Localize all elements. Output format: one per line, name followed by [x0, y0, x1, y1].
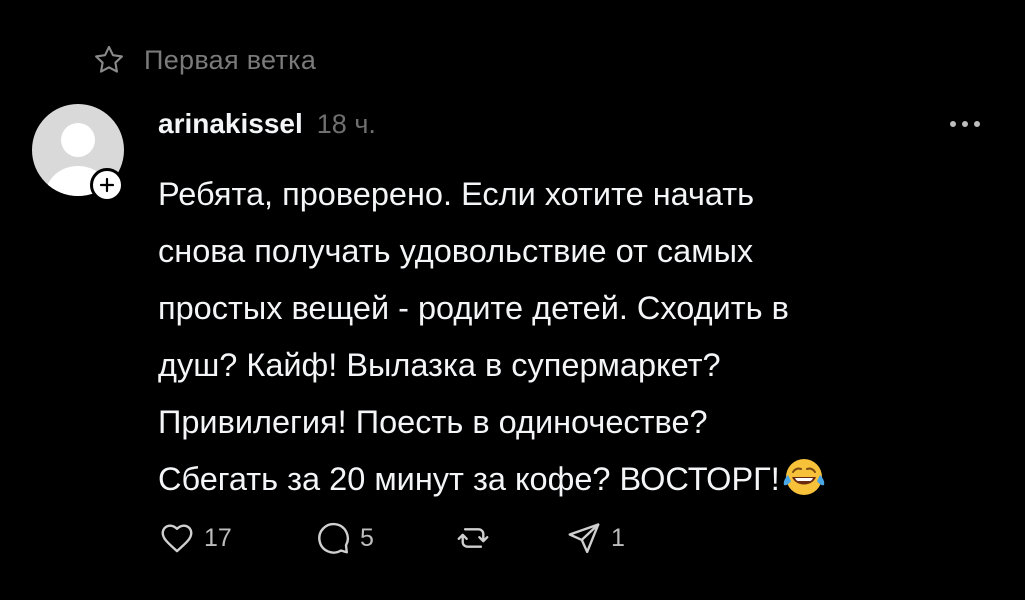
- post-meta: arinakissel 18 ч.: [158, 108, 376, 140]
- send-icon: [568, 523, 600, 554]
- face-with-tears-of-joy-icon: [783, 459, 825, 495]
- repost-button[interactable]: [454, 519, 565, 557]
- username-link[interactable]: arinakissel: [158, 108, 303, 140]
- post-line: Ребята, проверено. Если хотите начать: [158, 176, 755, 212]
- post-line: Сбегать за 20 минут за кофе? ВОСТОРГ!: [158, 461, 780, 497]
- post-line: простых вещей - родите детей. Сходить в: [158, 290, 789, 326]
- avatar-container[interactable]: [32, 104, 124, 202]
- heart-icon: [161, 524, 193, 553]
- like-button[interactable]: 17: [158, 519, 314, 557]
- like-count: 17: [204, 523, 232, 552]
- thread-header[interactable]: Первая ветка: [92, 40, 316, 80]
- reply-count: 5: [360, 523, 374, 552]
- thread-title: Первая ветка: [144, 44, 317, 75]
- share-count: 1: [611, 523, 625, 552]
- post-line: Привилегия! Поесть в одиночестве?: [158, 404, 708, 440]
- action-bar: 17 5 1: [158, 516, 625, 560]
- follow-button[interactable]: [90, 168, 124, 202]
- star-icon: [95, 45, 123, 73]
- plus-icon: [99, 177, 115, 193]
- post-line: душ? Кайф! Вылазка в супермаркет?: [158, 347, 721, 383]
- repost-icon: [457, 528, 489, 548]
- comment-icon: [318, 522, 349, 554]
- share-button[interactable]: 1: [565, 519, 625, 557]
- more-options-icon[interactable]: [944, 112, 986, 136]
- reply-button[interactable]: 5: [314, 519, 454, 557]
- post-text: Ребята, проверено. Если хотите начать сн…: [158, 166, 988, 508]
- post-time: 18 ч.: [316, 109, 376, 139]
- post-line: снова получать удовольствие от самых: [158, 233, 754, 269]
